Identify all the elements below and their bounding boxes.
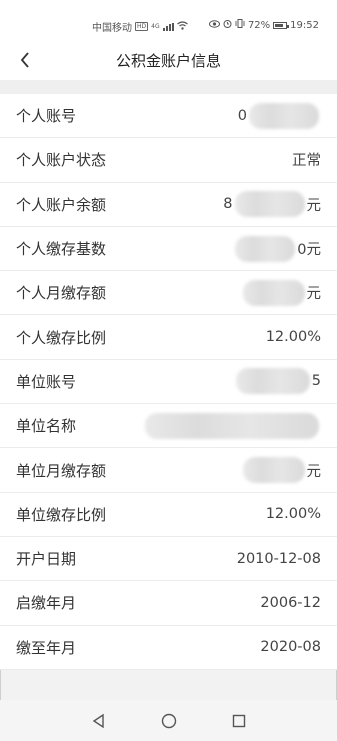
system-nav-bar <box>0 700 337 741</box>
row-value-text: 正常 <box>292 153 321 170</box>
list-row: 个人账户状态 正常 <box>0 138 337 183</box>
row-label: 个人月缴存额 <box>16 284 107 303</box>
signal-icon <box>162 22 174 31</box>
row-label: 启缴年月 <box>16 594 77 613</box>
page-title: 公积金账户信息 <box>115 52 221 70</box>
list-row: 个人账户余额 8 元 <box>0 183 337 227</box>
status-left: 中国移动 HD 4G <box>92 19 188 34</box>
list-row: 开户日期 2010-12-08 <box>0 537 337 582</box>
circle-home-icon <box>161 713 176 728</box>
back-nav-button[interactable] <box>90 712 108 730</box>
row-value: 12.00% <box>266 329 321 345</box>
row-value: 0 <box>237 102 321 129</box>
redacted-mask <box>145 412 319 439</box>
carrier-label: 中国移动 <box>92 23 132 34</box>
section-divider <box>0 80 337 94</box>
row-value: 元 <box>241 457 322 484</box>
row-value: 元 <box>241 279 322 306</box>
row-value: 5 <box>234 368 321 395</box>
hd-icon: HD <box>135 22 149 31</box>
list-row: 单位缴存比例 12.00% <box>0 493 337 537</box>
row-label: 个人缴存基数 <box>16 240 107 259</box>
list-row: 单位月缴存额 元 <box>0 448 337 493</box>
row-value-suffix: 元 <box>306 197 322 214</box>
row-label: 单位名称 <box>16 417 77 436</box>
eye-icon <box>208 19 220 31</box>
row-label: 个人缴存比例 <box>16 328 107 347</box>
row-label: 缴至年月 <box>16 638 77 657</box>
list-row: 个人缴存比例 12.00% <box>0 315 337 360</box>
list-row: 个人缴存基数 0元 <box>0 227 337 272</box>
list-row: 单位账号 5 <box>0 360 337 405</box>
row-value-text: 12.00% <box>265 329 321 346</box>
redacted-mask <box>249 102 319 129</box>
row-value: 2006-12 <box>260 595 321 611</box>
clock-time: 19:52 <box>290 19 319 31</box>
wifi-icon <box>176 20 188 33</box>
redacted-mask <box>234 191 305 218</box>
row-value: 正常 <box>292 149 321 170</box>
row-label: 个人账户状态 <box>16 151 107 170</box>
row-value-text: 2006-12 <box>260 594 321 611</box>
redacted-mask <box>235 235 296 262</box>
list-row: 缴至年月 2020-08 <box>0 626 337 670</box>
network-type-label: 4G <box>151 23 160 30</box>
row-value <box>143 412 321 439</box>
list-row: 个人月缴存额 元 <box>0 271 337 316</box>
vibrate-icon <box>235 19 245 31</box>
row-label: 单位缴存比例 <box>16 505 107 524</box>
row-value-suffix: 5 <box>311 373 321 390</box>
row-value-suffix: 元 <box>306 286 322 303</box>
row-value-text: 2020-08 <box>260 639 321 656</box>
row-label: 单位月缴存额 <box>16 461 107 480</box>
row-value: 0元 <box>233 235 321 262</box>
triangle-back-icon <box>92 713 104 728</box>
status-bar: 中国移动 HD 4G 72% 19:52 <box>0 0 337 40</box>
alarm-icon <box>223 19 232 31</box>
square-recents-icon <box>232 714 245 727</box>
row-label: 个人账户余额 <box>16 195 107 214</box>
home-nav-button[interactable] <box>160 712 178 730</box>
row-value: 2020-08 <box>260 639 321 655</box>
list-row: 单位名称 <box>0 404 337 449</box>
battery-percent: 72% <box>247 19 271 31</box>
row-value-text: 8 <box>223 196 233 213</box>
row-value: 2010-12-08 <box>237 551 321 567</box>
recents-nav-button[interactable] <box>230 712 248 730</box>
list-row: 启缴年月 2006-12 <box>0 581 337 626</box>
row-value-suffix: 元 <box>306 463 322 480</box>
battery-icon <box>273 21 290 29</box>
row-label: 个人账号 <box>16 107 77 126</box>
row-value-suffix: 0元 <box>297 242 321 259</box>
account-info-list: 个人账号 0 个人账户状态 正常 个人账户余额 8 元个人缴存基数 0元 个人月缴存额元个人缴存… <box>0 94 337 670</box>
nav-bar: 公积金账户信息 <box>0 40 337 80</box>
row-value-text: 12.00% <box>265 506 321 523</box>
row-label: 单位账号 <box>16 372 77 391</box>
status-right: 72% 19:52 <box>208 19 319 31</box>
row-value-text: 0 <box>237 107 247 124</box>
row-value: 12.00% <box>266 506 321 522</box>
row-label: 开户日期 <box>16 550 77 569</box>
redacted-mask <box>235 368 310 395</box>
row-value: 8元 <box>223 191 322 218</box>
list-row: 个人账号 0 <box>0 94 337 139</box>
redacted-mask <box>242 279 305 306</box>
redacted-mask <box>242 457 305 484</box>
row-value-text: 2010-12-08 <box>236 550 321 567</box>
